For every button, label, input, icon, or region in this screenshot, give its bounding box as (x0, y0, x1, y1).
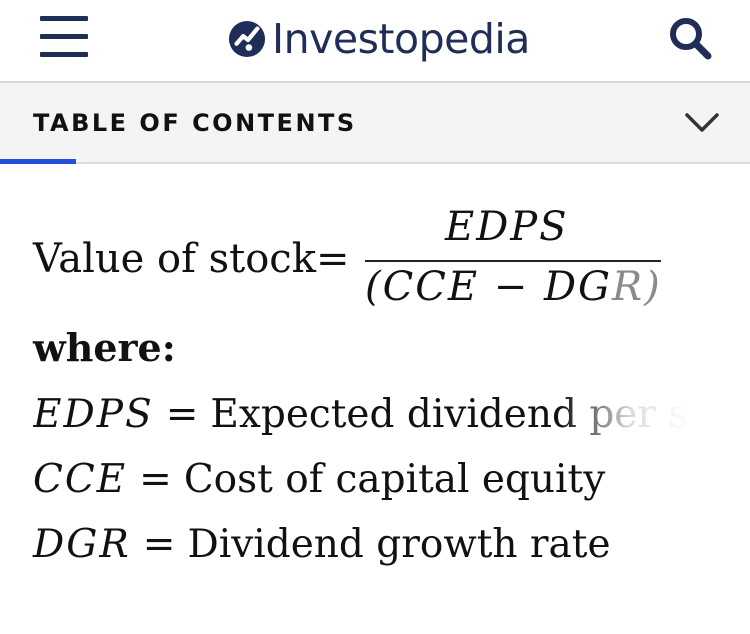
definition-text: Cost of capital equity (183, 457, 606, 502)
definition-row: DGR = Dividend growth rate (33, 522, 611, 567)
menu-line (40, 52, 88, 57)
formula-fraction: EDPS (CCE − DGR) (365, 200, 665, 320)
definition-equals: = (139, 457, 172, 502)
definition-equals: = (165, 392, 199, 437)
definition-equals: = (142, 522, 176, 567)
definition-symbol: EDPS (33, 392, 154, 437)
brand-name: Investopedia (272, 15, 530, 63)
where-label: where: (33, 325, 176, 370)
denominator-faded: R) (611, 264, 662, 310)
chevron-down-icon[interactable] (684, 110, 720, 136)
definition-text: Dividend growth rate (187, 522, 611, 567)
stock-value-formula: Value of stock = EDPS (CCE − DGR) (33, 200, 733, 320)
definition-text: Expected dividend per s (210, 392, 688, 437)
fraction-bar (365, 260, 661, 262)
menu-line (40, 34, 88, 39)
formula-numerator: EDPS (445, 204, 569, 250)
site-logo[interactable]: Investopedia (228, 14, 530, 64)
toc-label: TABLE OF CONTENTS (33, 109, 357, 137)
table-of-contents-toggle[interactable]: TABLE OF CONTENTS (0, 83, 750, 164)
formula-equals: = (316, 236, 350, 282)
definition-row: EDPS = Expected dividend per s (33, 392, 688, 437)
denominator-main: (CCE − DG (365, 264, 612, 310)
formula-denominator: (CCE − DGR) (365, 264, 662, 310)
definition-symbol: CCE (33, 457, 128, 502)
top-header: Investopedia (0, 0, 750, 83)
hamburger-menu-icon[interactable] (40, 16, 90, 58)
investopedia-logo-icon (228, 20, 266, 58)
search-icon[interactable] (666, 14, 714, 62)
definition-symbol: DGR (33, 522, 131, 567)
definition-row: CCE = Cost of capital equity (33, 457, 605, 502)
toc-active-indicator (0, 159, 76, 164)
formula-lhs: Value of stock (33, 236, 316, 282)
menu-line (40, 16, 88, 21)
